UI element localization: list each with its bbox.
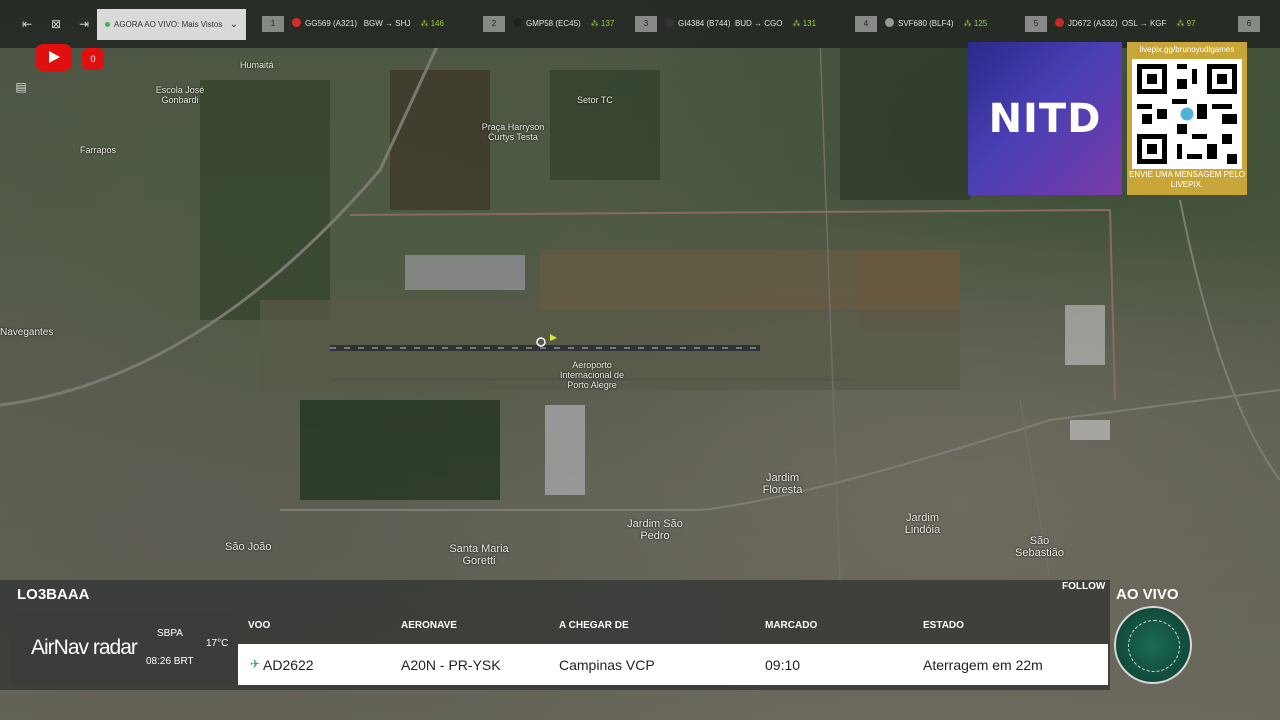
flight-route: BGW → SHJ — [363, 19, 411, 28]
sidebar-toggle-icon[interactable]: ⇤ — [17, 14, 37, 34]
flight-info-panel: LO3BAAA FOLLOW AirNav radar SBPA 08:26 B… — [0, 580, 1110, 690]
airline-logo-icon — [665, 18, 674, 27]
cell-scheduled: 09:10 — [765, 657, 801, 673]
map-label-setor-tc: Setor TC — [577, 95, 613, 105]
map-label-jardim-lindoia: Jardim Lindóia — [904, 512, 941, 536]
flight-viewers: ⁂ 97 — [1176, 19, 1196, 28]
flight-callsign: GI4384 (B744) — [678, 19, 731, 28]
follow-button[interactable]: FOLLOW — [1062, 581, 1105, 592]
flight-rank: 2 — [483, 16, 505, 32]
stream-title: LO3BAAA — [17, 586, 90, 603]
youtube-logo-icon — [35, 44, 72, 71]
header-aircraft: AERONAVE — [401, 620, 457, 631]
map-label-jardim-sao-pedro: Jardim São Pedro — [627, 518, 683, 542]
airnav-logo: AirNav radar — [31, 636, 138, 659]
flight-route: BUD → CGO — [734, 19, 783, 28]
youtube-counter: 0 — [82, 48, 104, 70]
map-label-sao-joao: São João — [225, 541, 272, 553]
airline-logo-icon — [1055, 18, 1064, 27]
cell-status: Aterragem em 22m — [923, 657, 1043, 673]
top-flight-3[interactable]: 3 GI4384 (B744) BUD → CGO ⁂ 131 — [635, 16, 816, 32]
airport-code: SBPA — [157, 628, 183, 639]
map-label-humaita: Humaitá — [240, 60, 274, 70]
cell-from: Campinas VCP — [559, 657, 655, 673]
flight-callsign: GG569 (A321) — [305, 19, 358, 28]
nitd-logo-text: NITD — [988, 96, 1102, 142]
map-label-escola: Escola José Gonbardi — [155, 85, 205, 105]
cell-flight: AD2622 — [263, 657, 314, 673]
top-flight-1[interactable]: 1 GG569 (A321) BGW → SHJ ⁂ 146 — [262, 16, 444, 32]
chevron-down-icon: ⌄ — [229, 19, 238, 30]
map-label-navegantes: Navegantes — [0, 327, 54, 338]
livepix-message: ENVIE UMA MENSAGEM PELO LIVEPIX. — [1128, 170, 1246, 189]
header-flight: VOO — [248, 620, 271, 631]
map-label-praca: Praça Harryson Curtys Testa — [481, 122, 545, 142]
livepix-qr-card: livepix.gg/brunoyudigames ENVIE UMA MENS… — [1127, 42, 1247, 195]
temperature: 17°C — [206, 638, 229, 649]
next-icon[interactable]: ⇥ — [74, 14, 94, 34]
map-label-santa-maria-goretti: Santa Maria Goretti — [449, 543, 509, 567]
airline-logo-icon — [885, 18, 894, 27]
live-label: AO VIVO — [1116, 586, 1179, 603]
airline-logo-icon — [292, 18, 301, 27]
flight-viewers: ⁂ 131 — [792, 19, 817, 28]
channel-badge-logo — [1114, 606, 1192, 684]
airport-info-box: AirNav radar SBPA 08:26 BRT 17°C — [10, 612, 238, 685]
local-time: 08:26 BRT — [146, 656, 194, 667]
top-flight-5[interactable]: 5 JD672 (A332) OSL → KGF ⁂ 97 — [1025, 16, 1196, 32]
header-status: ESTADO — [923, 620, 964, 631]
livepix-url: livepix.gg/brunoyudigames — [1139, 45, 1235, 54]
flight-callsign: SVF680 (BLF4) — [898, 19, 954, 28]
flight-viewers: ⁂ 125 — [963, 19, 988, 28]
airline-logo-icon — [513, 18, 522, 27]
map-label-jardim-floresta: Jardim Floresta — [762, 472, 803, 496]
live-select-dropdown[interactable]: AGORA AO VIVO: Mais Vistos ⌄ — [97, 9, 246, 40]
flight-rank: 5 — [1025, 16, 1047, 32]
map-label-aeroporto: Aeroporto Internacional de Porto Alegre — [559, 360, 625, 390]
live-select-label: AGORA AO VIVO: Mais Vistos — [114, 20, 223, 29]
header-from: A CHEGAR DE — [559, 620, 629, 631]
top-flight-2[interactable]: 2 GMP58 (EC45) ⁂ 137 — [483, 16, 614, 32]
flight-rank: 1 — [262, 16, 284, 32]
flight-callsign: GMP58 (EC45) — [526, 19, 581, 28]
map-label-sao-sebastiao: São Sebastião — [1015, 535, 1064, 559]
flight-rank: 4 — [855, 16, 877, 32]
live-dot-icon — [105, 22, 110, 28]
airline-logo-icon: ✈ — [250, 657, 261, 671]
flight-viewers: ⁂ 146 — [420, 19, 444, 28]
table-row[interactable]: ✈ AD2622 A20N - PR-YSK Campinas VCP 09:1… — [238, 644, 1108, 685]
nitd-logo: NITD — [968, 42, 1122, 195]
expand-icon[interactable]: ⊠ — [46, 14, 66, 34]
top-flight-4[interactable]: 4 SVF680 (BLF4) ⁂ 125 — [855, 16, 987, 32]
top-flight-6[interactable]: 6 — [1238, 16, 1268, 32]
top-bar: ⇤ ⊠ ⇥ AGORA AO VIVO: Mais Vistos ⌄ 1 GG56… — [0, 0, 1280, 48]
flight-route: OSL → KGF — [1121, 19, 1167, 28]
flight-rank: 3 — [635, 16, 657, 32]
qr-code-icon — [1132, 59, 1242, 169]
flight-callsign: JD672 (A332) — [1068, 19, 1118, 28]
flight-viewers: ⁂ 137 — [590, 19, 615, 28]
layers-icon[interactable]: ▤ — [12, 78, 30, 96]
cell-aircraft: A20N - PR-YSK — [401, 657, 501, 673]
map-label-farrapos: Farrapos — [80, 145, 117, 155]
header-scheduled: MARCADO — [765, 620, 818, 631]
flight-rank: 6 — [1238, 16, 1260, 32]
